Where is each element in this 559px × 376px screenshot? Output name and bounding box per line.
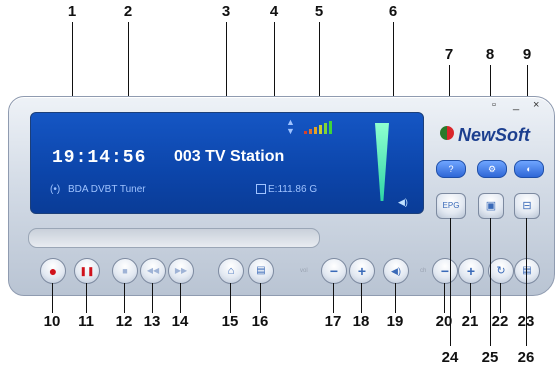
leader-line [395, 283, 396, 313]
callout-16: 16 [251, 313, 269, 330]
volume-label: vol [300, 268, 308, 274]
volume-down-button[interactable]: − [321, 258, 347, 284]
callout-10: 10 [43, 313, 61, 330]
callout-21: 21 [461, 313, 479, 330]
fast-forward-button[interactable]: ▶▶ [168, 258, 194, 284]
newsoft-logo-icon [440, 126, 454, 140]
callout-19: 19 [386, 313, 404, 330]
leader-line [444, 283, 445, 313]
callout-20: 20 [435, 313, 453, 330]
epg-button[interactable]: EPG [436, 193, 466, 219]
settings-button[interactable]: ⚙ [477, 160, 507, 178]
callout-5: 5 [314, 3, 324, 20]
antenna-icon: (•) [50, 184, 61, 195]
leader-line [230, 283, 231, 313]
callout-6: 6 [388, 3, 398, 20]
leader-line [124, 283, 125, 313]
callout-3: 3 [221, 3, 231, 20]
leader-line [86, 283, 87, 313]
close-button[interactable]: × [533, 99, 539, 111]
callout-7: 7 [444, 46, 454, 63]
mute-button[interactable]: ◀) [383, 258, 409, 284]
teletext-button[interactable]: ▣ [478, 193, 504, 219]
callout-1: 1 [67, 3, 77, 20]
callout-18: 18 [352, 313, 370, 330]
restore-button[interactable]: ▫ [492, 99, 496, 111]
rewind-button[interactable]: ◀◀ [140, 258, 166, 284]
free-space: E:111.86 G [268, 184, 318, 195]
channel-recall-button[interactable]: ↻ [488, 258, 514, 284]
callout-26: 26 [517, 349, 535, 366]
channel-name: 003 TV Station [174, 148, 285, 165]
channel-list-button[interactable]: ▤ [514, 258, 540, 284]
fullscreen-button[interactable]: ⊟ [514, 193, 540, 219]
brand-logo: NewSoft [458, 125, 530, 145]
folder-button[interactable]: ▤ [248, 258, 274, 284]
clock-display: 19:14:56 [52, 148, 147, 168]
channel-down-button[interactable]: − [432, 258, 458, 284]
home-button[interactable]: ⌂ [218, 258, 244, 284]
callout-14: 14 [171, 313, 189, 330]
volume-up-button[interactable]: + [349, 258, 375, 284]
callout-2: 2 [123, 3, 133, 20]
leader-line [333, 283, 334, 313]
leader-line [152, 283, 153, 313]
help-button[interactable]: ? [436, 160, 466, 178]
minimize-button[interactable]: _ [513, 99, 519, 111]
leader-line [52, 283, 53, 313]
channel-label: ch [420, 268, 427, 274]
stop-button[interactable]: ■ [112, 258, 138, 284]
callout-11: 11 [78, 313, 94, 330]
signal-arrow-icon: ▲ ▼ [286, 117, 295, 136]
channel-up-button[interactable]: + [458, 258, 484, 284]
record-button[interactable]: ● [40, 258, 66, 284]
mode-toggle-button[interactable]: ◐ [514, 160, 544, 178]
leader-line [260, 283, 261, 313]
callout-25: 25 [481, 349, 499, 366]
callout-13: 13 [143, 313, 161, 330]
leader-line [361, 283, 362, 313]
callout-24: 24 [441, 349, 459, 366]
callout-8: 8 [485, 46, 495, 63]
leader-line [180, 283, 181, 313]
callout-4: 4 [269, 3, 279, 20]
callout-9: 9 [522, 46, 532, 63]
speaker-icon: ◀) [398, 197, 408, 207]
pause-button[interactable]: ❚❚ [74, 258, 100, 284]
callout-15: 15 [221, 313, 239, 330]
callout-17: 17 [324, 313, 342, 330]
tuner-name: BDA DVBT Tuner [68, 184, 146, 195]
callout-12: 12 [115, 313, 133, 330]
disk-icon [256, 184, 266, 194]
signal-strength-icon [304, 120, 336, 134]
callout-22: 22 [491, 313, 509, 330]
leader-line [470, 283, 471, 313]
callout-23: 23 [517, 313, 535, 330]
leader-line [500, 283, 501, 313]
seek-bar[interactable] [28, 228, 320, 248]
